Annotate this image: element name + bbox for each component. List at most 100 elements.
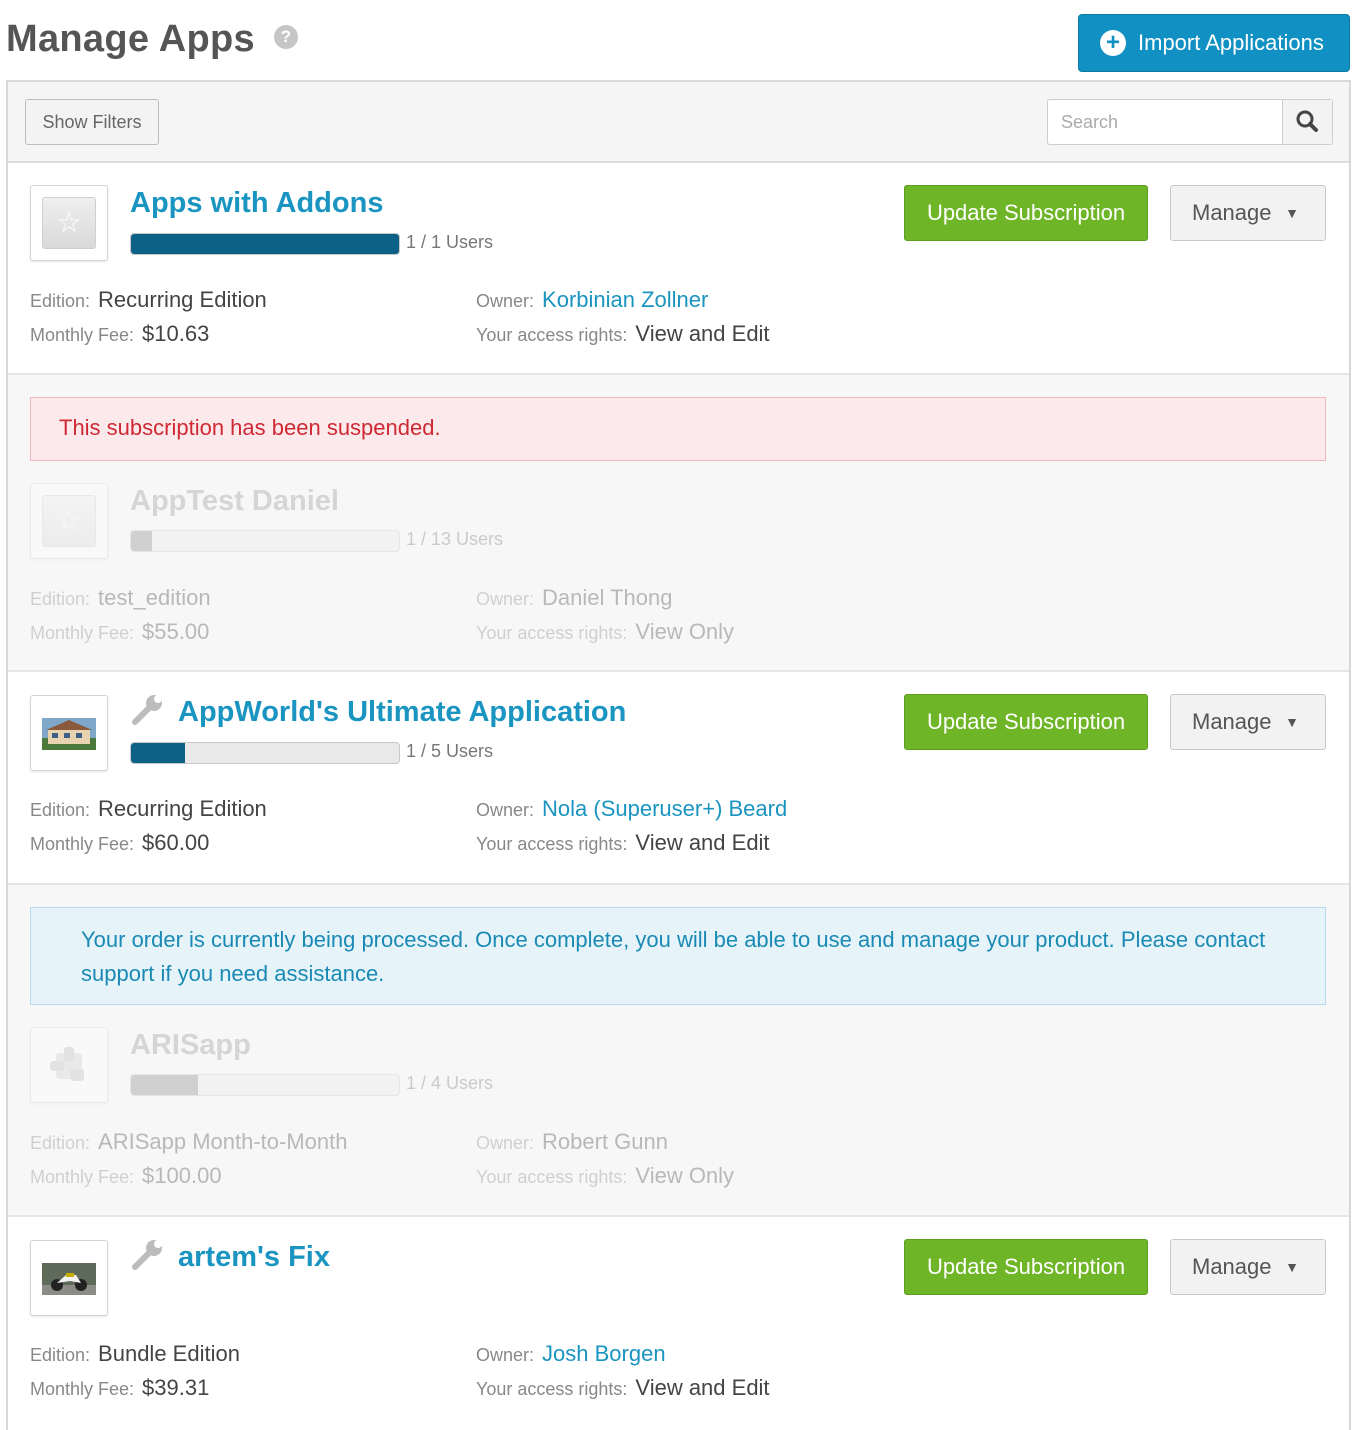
users-count: 1 / 4 Users bbox=[406, 1073, 494, 1093]
app-thumbnail[interactable] bbox=[30, 1240, 108, 1316]
manage-label: Manage bbox=[1192, 1254, 1272, 1279]
access-value: View Only bbox=[635, 619, 735, 644]
motorcycle-photo-icon bbox=[42, 1263, 96, 1295]
page-title: Manage Apps bbox=[6, 18, 255, 60]
owner-row: Owner: Nola (Superuser+) Beard bbox=[476, 796, 787, 822]
app-item: Your order is currently being processed.… bbox=[8, 885, 1349, 1217]
show-filters-button[interactable]: Show Filters bbox=[25, 99, 159, 145]
owner-label: Owner: bbox=[476, 589, 535, 609]
access-label: Your access rights: bbox=[476, 325, 628, 345]
access-label: Your access rights: bbox=[476, 1167, 628, 1187]
search-button[interactable] bbox=[1282, 100, 1332, 144]
fee-row: Monthly Fee: $100.00 bbox=[30, 1163, 222, 1189]
owner-value: Robert Gunn bbox=[542, 1129, 668, 1154]
fee-row: Monthly Fee: $60.00 bbox=[30, 830, 209, 856]
owner-row: Owner: Daniel Thong bbox=[476, 585, 673, 611]
app-name-link[interactable]: artem's Fix bbox=[178, 1241, 330, 1274]
fee-value: $10.63 bbox=[142, 321, 210, 346]
fee-label: Monthly Fee: bbox=[30, 325, 135, 345]
owner-label: Owner: bbox=[476, 800, 535, 820]
plus-circle-icon: + bbox=[1100, 30, 1126, 56]
owner-link[interactable]: Josh Borgen bbox=[542, 1341, 666, 1366]
manage-dropdown-button[interactable]: Manage ▼ bbox=[1170, 1239, 1326, 1295]
fee-value: $100.00 bbox=[142, 1163, 222, 1188]
house-photo-icon bbox=[42, 718, 96, 750]
access-row: Your access rights: View Only bbox=[476, 1163, 734, 1189]
edition-value: Recurring Edition bbox=[98, 796, 267, 821]
users-count: 1 / 5 Users bbox=[406, 741, 494, 761]
app-item: AppWorld's Ultimate Application 1 / 5 Us… bbox=[8, 672, 1349, 885]
fee-label: Monthly Fee: bbox=[30, 623, 135, 643]
manage-dropdown-button[interactable]: Manage ▼ bbox=[1170, 185, 1326, 241]
fee-value: $60.00 bbox=[142, 830, 210, 855]
app-item: This subscription has been suspended. ☆ … bbox=[8, 375, 1349, 672]
access-value: View and Edit bbox=[635, 830, 770, 855]
fee-label: Monthly Fee: bbox=[30, 1167, 135, 1187]
edition-row: Edition: ARISapp Month-to-Month bbox=[30, 1129, 348, 1155]
usage-bar bbox=[130, 1074, 400, 1096]
usage-bar bbox=[130, 233, 400, 255]
edition-row: Edition: Bundle Edition bbox=[30, 1341, 240, 1367]
search-input[interactable] bbox=[1048, 100, 1282, 144]
puzzle-icon bbox=[50, 1047, 84, 1081]
suspended-alert: This subscription has been suspended. bbox=[30, 397, 1326, 461]
update-subscription-button[interactable]: Update Subscription bbox=[904, 185, 1148, 241]
manage-dropdown-button[interactable]: Manage ▼ bbox=[1170, 694, 1326, 750]
edition-value: Bundle Edition bbox=[98, 1341, 240, 1366]
access-row: Your access rights: View and Edit bbox=[476, 321, 770, 347]
owner-link[interactable]: Nola (Superuser+) Beard bbox=[542, 796, 787, 821]
access-label: Your access rights: bbox=[476, 623, 628, 643]
app-name-link[interactable]: Apps with Addons bbox=[130, 187, 383, 220]
fee-value: $39.31 bbox=[142, 1375, 210, 1400]
app-name-link[interactable]: AppWorld's Ultimate Application bbox=[178, 696, 626, 729]
app-name: AppTest Daniel bbox=[130, 485, 339, 517]
app-item: artem's Fix Update Subscription Manage ▼… bbox=[8, 1217, 1349, 1430]
fee-label: Monthly Fee: bbox=[30, 834, 135, 854]
fee-row: Monthly Fee: $10.63 bbox=[30, 321, 209, 347]
owner-link[interactable]: Korbinian Zollner bbox=[542, 287, 708, 312]
access-value: View and Edit bbox=[635, 321, 770, 346]
update-subscription-button[interactable]: Update Subscription bbox=[904, 1239, 1148, 1295]
app-thumbnail[interactable] bbox=[30, 695, 108, 771]
fee-value: $55.00 bbox=[142, 619, 210, 644]
caret-down-icon: ▼ bbox=[1285, 205, 1299, 221]
app-thumbnail[interactable]: ☆ bbox=[30, 185, 108, 261]
edition-row: Edition: Recurring Edition bbox=[30, 287, 267, 313]
manage-label: Manage bbox=[1192, 709, 1272, 734]
users-count: 1 / 1 Users bbox=[406, 232, 494, 252]
access-row: Your access rights: View Only bbox=[476, 619, 734, 645]
usage-bar bbox=[130, 530, 400, 552]
app-thumbnail: ☆ bbox=[30, 483, 108, 559]
owner-row: Owner: Josh Borgen bbox=[476, 1341, 666, 1367]
update-subscription-button[interactable]: Update Subscription bbox=[904, 694, 1148, 750]
edition-value: Recurring Edition bbox=[98, 287, 267, 312]
star-icon: ☆ bbox=[42, 495, 96, 547]
apps-panel: Show Filters ☆ Apps with Addons 1 / 1 Us… bbox=[6, 80, 1351, 1430]
manage-label: Manage bbox=[1192, 200, 1272, 225]
edition-row: Edition: Recurring Edition bbox=[30, 796, 267, 822]
access-row: Your access rights: View and Edit bbox=[476, 1375, 770, 1401]
filter-bar: Show Filters bbox=[8, 82, 1349, 163]
access-label: Your access rights: bbox=[476, 1379, 628, 1399]
edition-label: Edition: bbox=[30, 1133, 91, 1153]
access-value: View Only bbox=[635, 1163, 735, 1188]
access-row: Your access rights: View and Edit bbox=[476, 830, 770, 856]
owner-row: Owner: Korbinian Zollner bbox=[476, 287, 708, 313]
edition-row: Edition: test_edition bbox=[30, 585, 211, 611]
app-name: ARISapp bbox=[130, 1029, 251, 1061]
search-box bbox=[1047, 99, 1333, 145]
app-thumbnail bbox=[30, 1027, 108, 1103]
owner-label: Owner: bbox=[476, 1345, 535, 1365]
edition-label: Edition: bbox=[30, 800, 91, 820]
caret-down-icon: ▼ bbox=[1285, 1259, 1299, 1275]
edition-label: Edition: bbox=[30, 589, 91, 609]
edition-label: Edition: bbox=[30, 1345, 91, 1365]
wrench-icon bbox=[132, 1240, 162, 1270]
owner-label: Owner: bbox=[476, 1133, 535, 1153]
import-applications-label: Import Applications bbox=[1138, 30, 1324, 55]
import-applications-button[interactable]: + Import Applications bbox=[1078, 14, 1350, 72]
help-icon[interactable]: ? bbox=[274, 25, 298, 49]
fee-row: Monthly Fee: $39.31 bbox=[30, 1375, 209, 1401]
access-label: Your access rights: bbox=[476, 834, 628, 854]
edition-label: Edition: bbox=[30, 291, 91, 311]
